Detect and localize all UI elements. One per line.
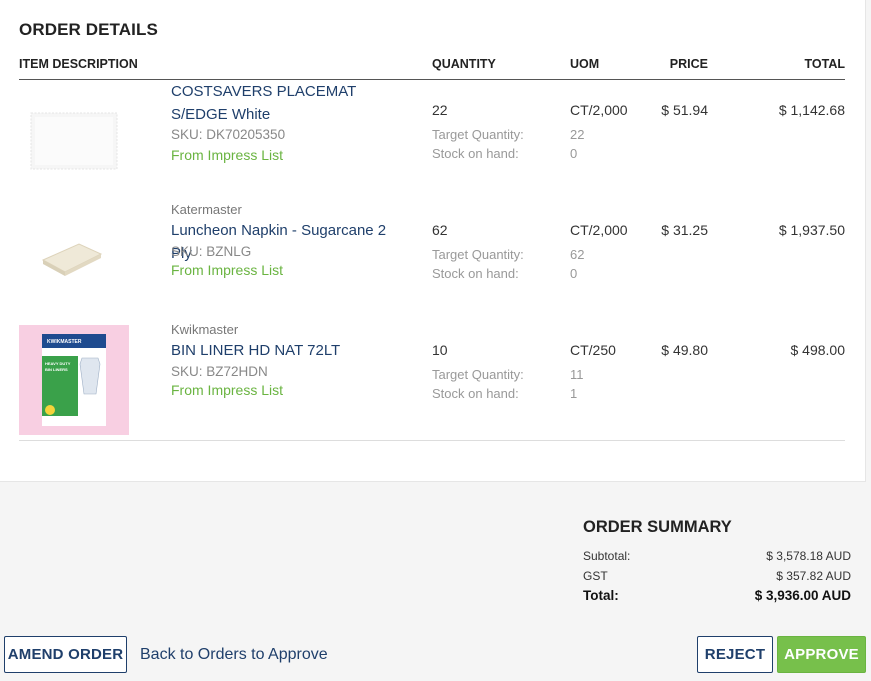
product-brand: Kwikmaster — [171, 322, 239, 337]
placemat-image — [28, 110, 120, 172]
napkin-image — [38, 237, 106, 279]
col-header-total: TOTAL — [804, 57, 845, 71]
stock-on-hand-value: 0 — [570, 146, 578, 161]
impress-list-label: From Impress List — [171, 262, 284, 278]
stock-on-hand-value: 0 — [570, 266, 578, 281]
total-label: Total: — [583, 588, 619, 603]
subtotal-value: $ 3,578.18 AUD — [766, 549, 851, 563]
product-sku: SKU: DK70205350 — [171, 127, 286, 142]
quantity-value: 10 — [432, 342, 448, 358]
table-row: Katermaster Luncheon Napkin - Sugarcane … — [0, 200, 866, 320]
price-value: $ 49.80 — [661, 342, 708, 358]
svg-text:BIN LINERS: BIN LINERS — [45, 367, 68, 372]
line-total-value: $ 1,937.50 — [778, 222, 845, 238]
impress-list-label: From Impress List — [171, 147, 284, 163]
col-header-item-description: ITEM DESCRIPTION — [19, 57, 138, 71]
line-total-value: $ 498.00 — [790, 342, 846, 358]
target-quantity-label: Target Quantity: — [432, 127, 524, 142]
target-quantity-value: 62 — [570, 247, 585, 262]
quantity-value: 22 — [432, 102, 448, 118]
product-brand: Katermaster — [171, 202, 242, 217]
gst-label: GST — [583, 569, 608, 583]
quantity-value: 62 — [432, 222, 448, 238]
order-details-title: ORDER DETAILS — [19, 20, 158, 39]
bin-liner-box-image: KWIKMASTER HEAVY DUTY BIN LINERS — [19, 325, 129, 435]
target-quantity-label: Target Quantity: — [432, 247, 524, 262]
stock-on-hand-value: 1 — [570, 386, 578, 401]
target-quantity-value: 22 — [570, 127, 585, 142]
product-sku: SKU: BZNLG — [171, 244, 252, 259]
table-row: KWIKMASTER HEAVY DUTY BIN LINERS Kwikmas… — [0, 320, 866, 440]
uom-value: CT/2,000 — [570, 102, 628, 118]
subtotal-label: Subtotal: — [583, 549, 631, 563]
col-header-uom: UOM — [570, 57, 600, 71]
table-row: COSTSAVERS PLACEMAT S/EDGE White SKU: DK… — [0, 80, 866, 200]
target-quantity-value: 11 — [570, 367, 584, 382]
col-header-price: PRICE — [669, 57, 708, 71]
uom-value: CT/2,000 — [570, 222, 628, 238]
col-header-quantity: QUANTITY — [432, 57, 496, 71]
table-footer-divider — [19, 440, 845, 441]
approve-button[interactable]: APPROVE — [777, 636, 866, 673]
svg-text:HEAVY DUTY: HEAVY DUTY — [45, 361, 71, 366]
stock-on-hand-label: Stock on hand: — [432, 266, 519, 281]
price-value: $ 31.25 — [661, 222, 708, 238]
back-to-orders-link[interactable]: Back to Orders to Approve — [140, 646, 328, 664]
product-name-link[interactable]: COSTSAVERS PLACEMAT S/EDGE White — [171, 80, 411, 126]
order-summary-title: ORDER SUMMARY — [583, 518, 732, 536]
product-sku: SKU: BZ72HDN — [171, 364, 268, 379]
price-value: $ 51.94 — [661, 102, 708, 118]
target-quantity-label: Target Quantity: — [432, 367, 524, 382]
reject-button[interactable]: REJECT — [697, 636, 773, 673]
stock-on-hand-label: Stock on hand: — [432, 386, 519, 401]
uom-value: CT/250 — [570, 342, 616, 358]
stock-on-hand-label: Stock on hand: — [432, 146, 519, 161]
gst-value: $ 357.82 AUD — [776, 569, 851, 583]
svg-text:KWIKMASTER: KWIKMASTER — [47, 339, 82, 345]
order-details-card: ORDER DETAILS ITEM DESCRIPTION QUANTITY … — [0, 0, 866, 482]
total-value: $ 3,936.00 AUD — [754, 588, 851, 603]
product-name-link[interactable]: BIN LINER HD NAT 72LT — [171, 339, 411, 362]
line-total-value: $ 1,142.68 — [778, 102, 845, 118]
impress-list-label: From Impress List — [171, 382, 284, 398]
amend-order-button[interactable]: AMEND ORDER — [4, 636, 127, 673]
